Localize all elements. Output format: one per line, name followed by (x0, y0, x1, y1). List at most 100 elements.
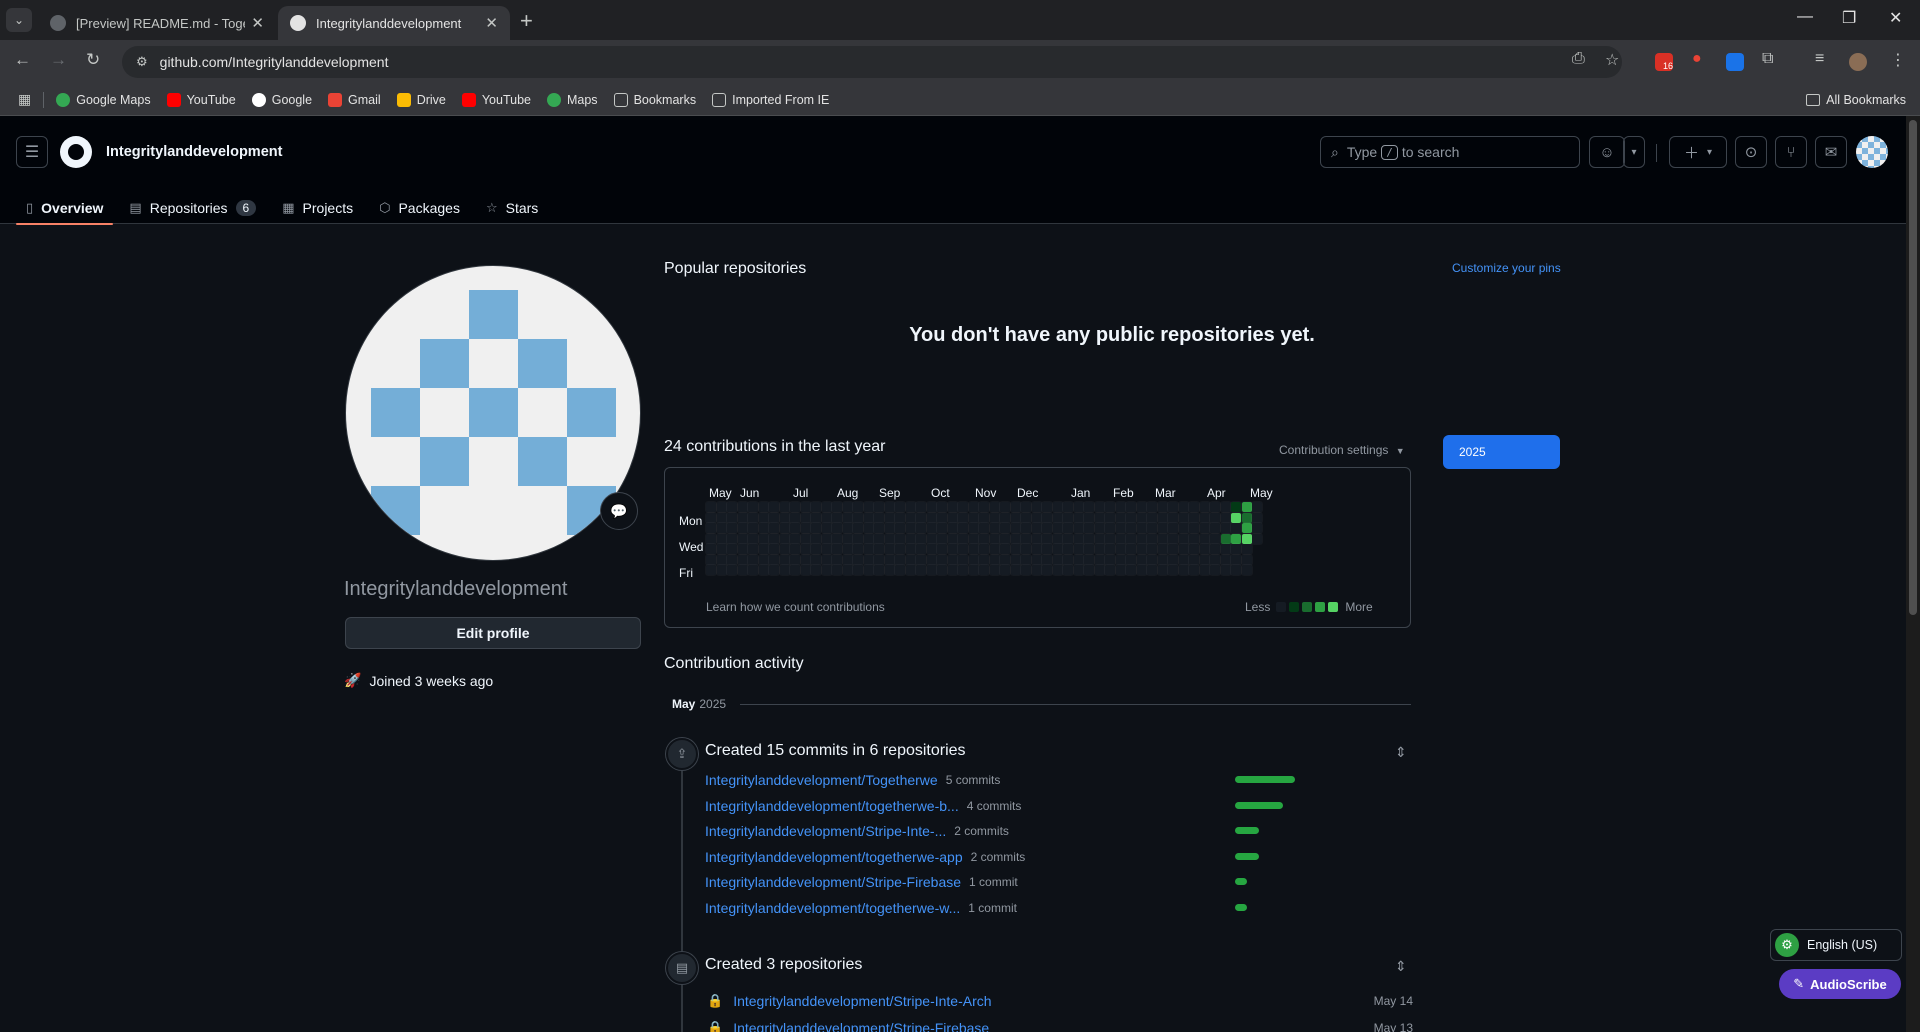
contribution-cell[interactable] (1093, 543, 1106, 555)
contribution-cell[interactable] (1209, 553, 1221, 566)
commit-count-link[interactable]: 4 commits (967, 799, 1022, 813)
bookmark-folder-imported[interactable]: Imported From IE (712, 92, 829, 107)
repo-link[interactable]: Integritylanddevelopment/Stripe-Inte-Arc… (733, 993, 1373, 1009)
contribution-cell[interactable] (778, 522, 791, 534)
contribution-cell[interactable] (1135, 501, 1148, 513)
contribution-cell[interactable] (1135, 564, 1148, 576)
create-new-button[interactable]: ＋ ▾ (1669, 136, 1727, 168)
contribution-cell[interactable] (862, 553, 875, 566)
contribution-cell[interactable] (946, 543, 959, 555)
tab-overview[interactable]: ▯ Overview (16, 192, 114, 225)
contribution-cell[interactable] (810, 522, 822, 534)
contribution-cell[interactable] (915, 532, 927, 545)
contribution-cell[interactable] (1009, 564, 1022, 576)
contribution-cell[interactable] (1167, 522, 1179, 534)
contribution-cell[interactable] (946, 522, 959, 534)
contribution-cell[interactable] (1251, 501, 1263, 513)
contribution-cell[interactable] (957, 553, 969, 566)
contribution-cell[interactable] (873, 532, 885, 545)
extensions-puzzle-icon[interactable]: ⧉ (1762, 50, 1773, 68)
contribution-cell[interactable] (1104, 522, 1116, 534)
close-tab-icon[interactable]: ✕ (251, 14, 264, 32)
bookmark-gmail[interactable]: Gmail (328, 92, 381, 107)
contribution-cell[interactable] (747, 532, 759, 545)
contribution-cell[interactable] (715, 522, 728, 534)
contribution-cell[interactable] (757, 564, 770, 576)
contribution-cell[interactable] (820, 522, 833, 534)
contribution-cell[interactable] (810, 564, 822, 576)
contribution-cell[interactable] (1083, 522, 1095, 534)
contribution-cell[interactable] (1125, 511, 1137, 524)
contribution-cell[interactable] (862, 511, 875, 524)
contribution-cell[interactable] (1156, 532, 1169, 545)
contribution-cell[interactable] (1030, 564, 1043, 576)
contribution-cell[interactable] (726, 543, 738, 555)
contribution-cell[interactable] (768, 522, 780, 534)
bookmark-drive[interactable]: Drive (396, 92, 446, 107)
contribution-cell[interactable] (1051, 522, 1064, 534)
contribution-cell[interactable] (1030, 511, 1043, 524)
contribution-cell[interactable] (1051, 564, 1064, 576)
repos-created-summary[interactable]: Created 3 repositories (705, 956, 862, 974)
bookmark-youtube-2[interactable]: YouTube (461, 92, 531, 107)
contribution-cell[interactable] (726, 522, 738, 534)
contribution-cell[interactable] (904, 564, 917, 576)
contribution-cell[interactable] (1198, 543, 1211, 555)
contribution-cell[interactable] (1219, 511, 1232, 524)
contribution-cell[interactable] (1198, 522, 1211, 534)
contribution-cell[interactable] (936, 564, 948, 576)
contribution-cell[interactable] (1072, 553, 1085, 566)
contribution-cell[interactable] (778, 532, 791, 545)
contribution-cell[interactable] (747, 543, 759, 555)
repo-link[interactable]: Integritylanddevelopment/togetherwe-b... (705, 798, 959, 814)
inbox-icon[interactable]: ✉ (1815, 136, 1847, 168)
contribution-cell[interactable] (747, 522, 759, 534)
contribution-cell[interactable] (1051, 511, 1064, 524)
contribution-cell[interactable] (957, 501, 969, 513)
contribution-cell[interactable] (715, 501, 728, 513)
contribution-cell[interactable] (988, 511, 1001, 524)
contribution-cell[interactable] (1240, 564, 1253, 576)
contribution-cell[interactable] (873, 511, 885, 524)
contribution-cell[interactable] (1072, 532, 1085, 545)
contribution-cell[interactable] (894, 532, 906, 545)
contribution-cell[interactable] (768, 543, 780, 555)
contribution-cell[interactable] (778, 501, 791, 513)
media-controls-icon[interactable]: ≡ (1815, 50, 1824, 68)
contribution-cell[interactable] (904, 543, 917, 555)
contribution-cell[interactable] (726, 511, 738, 524)
contribution-cell[interactable] (1188, 501, 1200, 513)
contribution-cell[interactable] (1072, 543, 1085, 555)
contribution-cell[interactable] (883, 553, 896, 566)
contribution-cell[interactable] (988, 532, 1001, 545)
site-info-icon[interactable]: ⚙ (136, 54, 148, 70)
contribution-cell[interactable] (1135, 511, 1148, 524)
contribution-cell[interactable] (1083, 553, 1095, 566)
contribution-cell[interactable] (904, 501, 917, 513)
contribution-cell[interactable] (883, 522, 896, 534)
commit-count-link[interactable]: 1 commit (968, 901, 1017, 915)
contribution-cell[interactable] (957, 564, 969, 576)
contribution-cell[interactable] (1188, 553, 1200, 566)
bookmark-youtube[interactable]: YouTube (166, 92, 236, 107)
contribution-cell[interactable] (778, 511, 791, 524)
contribution-cell[interactable] (1240, 553, 1253, 566)
page-scrollbar[interactable] (1906, 116, 1920, 1032)
contribution-cell[interactable] (852, 564, 864, 576)
contribution-cell[interactable] (1030, 522, 1043, 534)
contribution-cell[interactable] (1177, 511, 1190, 524)
contribution-cell[interactable] (736, 532, 749, 545)
contribution-cell[interactable] (873, 543, 885, 555)
contribution-cell[interactable] (904, 522, 917, 534)
contribution-cell[interactable] (1062, 553, 1074, 566)
contribution-cell[interactable] (1051, 553, 1064, 566)
contribution-cell[interactable] (1198, 511, 1211, 524)
contribution-cell[interactable] (757, 532, 770, 545)
contribution-cell[interactable] (873, 522, 885, 534)
contribution-cell[interactable] (894, 553, 906, 566)
contribution-cell[interactable] (831, 501, 843, 513)
collapse-icon[interactable]: ⇕ (1395, 744, 1407, 761)
contribution-cell[interactable] (820, 553, 833, 566)
repo-link[interactable]: Integritylanddevelopment/Stripe-Firebase (733, 1020, 1373, 1032)
learn-contributions-link[interactable]: Learn how we count contributions (706, 600, 885, 614)
